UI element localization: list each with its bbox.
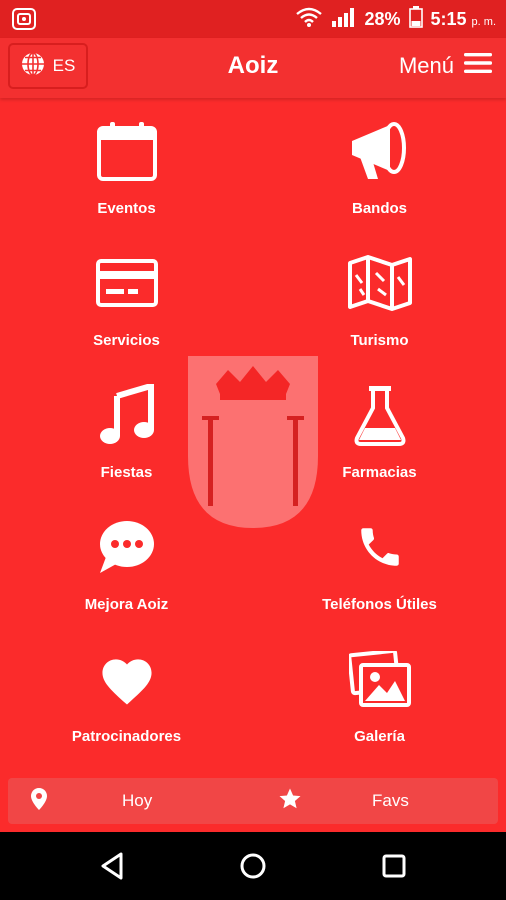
tile-galeria[interactable]: Galería [253,626,506,758]
tile-label: Mejora Aoiz [84,596,169,613]
credit-card-icon [92,248,162,318]
tile-label: Teléfonos Útiles [322,596,437,613]
tile-label: Turismo [350,332,409,349]
favs-label: Favs [372,791,409,810]
tile-label: Eventos [97,200,156,217]
calendar-icon [92,116,162,186]
tile-servicios[interactable]: Servicios [0,230,253,362]
gallery-icon [345,644,415,714]
menu-button[interactable]: Menú [399,52,492,80]
tile-telefonos-utiles[interactable]: Teléfonos Útiles [253,494,506,626]
tile-farmacias[interactable]: Farmacias [253,362,506,494]
tile-label: Patrocinadores [71,728,182,745]
tile-bandos[interactable]: Bandos [253,98,506,230]
tile-label: Fiestas [100,464,153,481]
tile-label: Servicios [93,332,160,349]
battery-icon [408,6,423,33]
tile-mejora-aoiz[interactable]: Mejora Aoiz [0,494,253,626]
flask-icon [345,380,415,450]
app-bar: ES Aoiz Menú [0,38,506,98]
recent-apps-icon[interactable] [376,848,412,884]
hamburger-icon [464,52,492,80]
tile-label: Farmacias [342,464,417,481]
chat-bubble-icon [92,512,162,582]
system-nav-bar [0,832,506,900]
app-notification-icon [12,8,36,35]
clock-ampm: p. m. [471,16,496,28]
heart-icon [92,644,162,714]
menu-grid: Eventos Bandos Servicios Turismo Fiestas… [0,98,506,770]
tile-eventos[interactable]: Eventos [0,98,253,230]
tile-label: Galería [354,728,405,745]
wifi-icon [296,7,323,32]
map-icon [345,248,415,318]
location-pin-icon [30,787,48,815]
back-icon[interactable] [94,848,130,884]
tile-fiestas[interactable]: Fiestas [0,362,253,494]
tile-label: Bandos [351,200,407,217]
bottom-bar: Hoy Favs [8,778,498,824]
tile-turismo[interactable]: Turismo [253,230,506,362]
tile-patrocinadores[interactable]: Patrocinadores [0,626,253,758]
home-icon[interactable] [235,848,271,884]
phone-icon [345,512,415,582]
star-icon [278,787,302,816]
status-bar: 28% 5:15 p. m. [0,0,506,38]
today-button[interactable]: Hoy [30,778,250,824]
favs-button[interactable]: Favs [278,778,488,824]
signal-icon [330,7,356,32]
today-label: Hoy [122,791,153,810]
music-note-icon [92,380,162,450]
menu-label: Menú [398,53,454,78]
battery-percent: 28% [364,9,401,29]
clock: 5:15 [430,9,467,29]
megaphone-icon [345,116,415,186]
